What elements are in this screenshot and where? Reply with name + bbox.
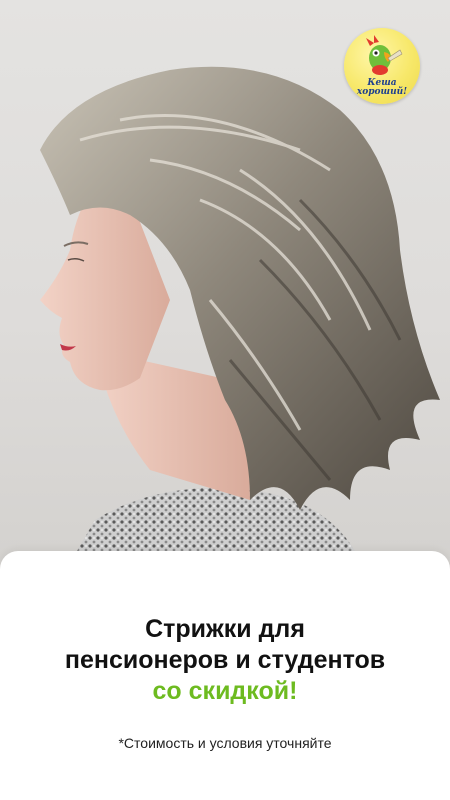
brand-logo: Кеша хороший! [344, 28, 420, 104]
headline-line2: пенсионеров и студентов [64, 646, 386, 674]
headline-accent: со скидкой! [152, 677, 298, 705]
headline-line1: Стрижки для [145, 615, 305, 643]
terms-note: *Стоимость и условия уточняйте [118, 735, 332, 751]
promo-headline: Стрижки для пенсионеров и студентов со с… [0, 614, 450, 707]
hero-photo: Кеша хороший! [0, 0, 450, 580]
logo-text-line2: хороший! [356, 87, 408, 97]
